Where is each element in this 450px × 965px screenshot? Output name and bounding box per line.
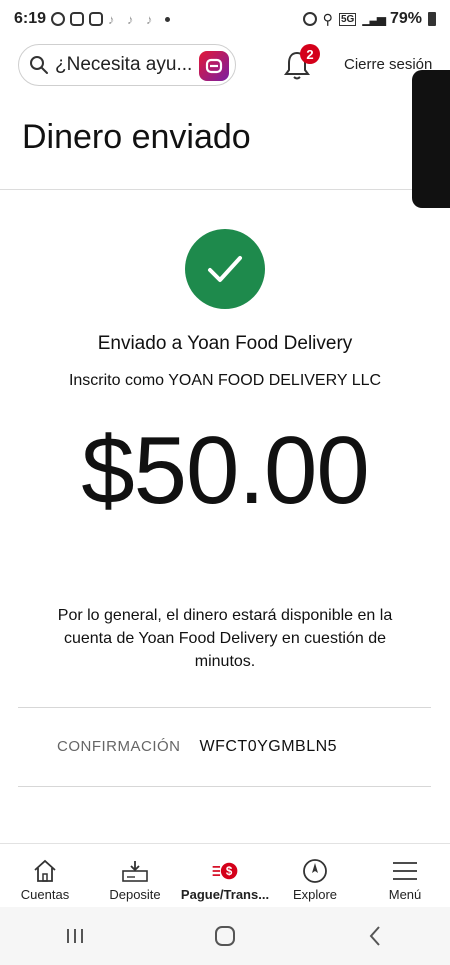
search-icon [30,56,48,74]
nav-explore-label: Explore [292,887,338,902]
confirmation-label: CONFIRMACIÓN [57,738,181,755]
app-header: ¿Necesita ayu... Cierre sesión [0,42,450,88]
battery-percent: 79% [389,10,422,27]
instagram-icon [70,12,85,26]
home-button[interactable] [205,921,245,951]
bottom-nav: Cuentas Deposite $ Pague/Trans... Explor… [0,843,450,907]
nav-pay-transfer-label: Pague/Trans... [180,887,270,902]
page-title: Dinero enviado [22,118,251,156]
nav-deposit[interactable]: Deposite [90,844,180,907]
network-indicator: 5G [338,12,357,26]
registered-name-text: Inscrito como YOAN FOOD DELIVERY LLC [68,372,382,389]
menu-icon [391,858,419,884]
nav-deposit-label: Deposite [109,887,161,902]
status-right: ⚲ 5G ▁▃▅ 79% [302,10,436,28]
location-icon: ⚲ [322,10,333,27]
tiktok-icon-2: ♪ [127,12,134,27]
pay-transfer-icon: $ [211,858,239,884]
availability-info: Por lo general, el dinero estará disponi… [57,607,393,670]
back-button[interactable] [355,921,395,951]
svg-text:$: $ [226,866,233,878]
nav-accounts-label: Cuentas [20,887,70,902]
house-icon [31,858,59,884]
instagram-icon-2 [89,12,104,26]
nav-menu-label: Menú [388,887,422,902]
confirmation-row: CONFIRMACIÓN WFCT0YGMBLN5 [57,738,337,756]
status-bar: 6:19 ♪ ♪ ♪ ⚲ 5G ▁▃▅ 79% [0,0,450,38]
nav-pay-transfer[interactable]: $ Pague/Trans... [180,844,270,907]
tiktok-icon-3: ♪ [146,12,153,27]
android-system-nav [0,907,450,965]
status-time: 6:19 [14,10,47,27]
telegram-icon [51,12,66,26]
compass-icon [301,858,329,884]
recent-apps-button[interactable] [55,921,95,951]
side-panel-handle[interactable] [412,70,450,208]
more-notifications-dot [165,16,171,22]
battery-icon [428,12,436,26]
status-left: 6:19 ♪ ♪ ♪ [14,10,171,28]
alarm-icon [302,12,317,26]
search-placeholder: ¿Necesita ayu... [55,54,193,75]
transfer-amount: $50.00 [81,417,370,524]
nav-explore[interactable]: Explore [270,844,360,907]
erica-assistant-icon[interactable] [199,51,229,81]
recipient-text: Enviado a Yoan Food Delivery [97,333,353,354]
confirmation-number: WFCT0YGMBLN5 [199,738,338,755]
title-divider [0,189,412,190]
success-checkmark-icon [185,229,265,309]
nav-accounts[interactable]: Cuentas [0,844,90,907]
nav-menu[interactable]: Menú [360,844,450,907]
signal-icon: ▁▃▅ [362,12,386,26]
search-input[interactable]: ¿Necesita ayu... [18,44,236,86]
confirmation-divider-bottom [18,786,431,787]
tiktok-icon: ♪ [108,12,115,27]
notification-count-badge: 2 [300,44,320,64]
deposit-icon [121,858,149,884]
confirmation-divider-top [18,707,431,708]
